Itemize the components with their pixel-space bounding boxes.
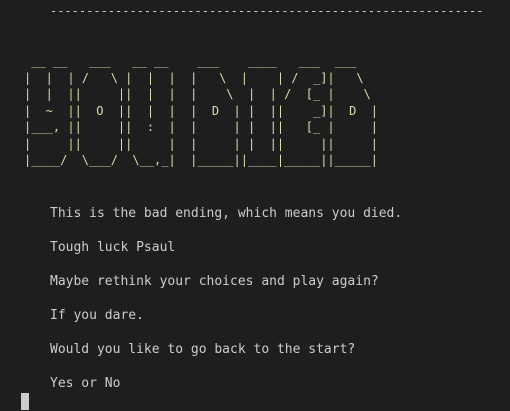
you-died-ascii-banner: __ __ ___ __ __ ___ ____ ___ ___ | | | /… bbox=[24, 53, 385, 169]
text-input-cursor[interactable] bbox=[21, 393, 29, 410]
banner-line: | || || | | | | || || | bbox=[24, 136, 386, 151]
rethink-message: Maybe rethink your choices and play agai… bbox=[50, 274, 379, 289]
go-back-prompt: Would you like to go back to the start? bbox=[50, 342, 356, 357]
terminal-panel: ----------------------------------------… bbox=[0, 0, 510, 411]
banner-line: | | || || | | | \ | | / [_ | \ bbox=[24, 87, 386, 101]
banner-line: |____/ \___/ \__,_| |_____||____|_____||… bbox=[24, 153, 386, 167]
banner-line: |___, || || : | | | | || [_ | | bbox=[24, 120, 386, 134]
yes-no-options: Yes or No bbox=[50, 376, 121, 391]
if-you-dare-message: If you dare. bbox=[50, 308, 144, 323]
banner-line: __ __ ___ __ __ ___ ____ ___ ___ bbox=[24, 54, 386, 68]
banner-line: | ~ || O || | | | D | | || _]| D | bbox=[24, 103, 386, 118]
tough-luck-message: Tough luck Psaul bbox=[50, 240, 176, 255]
banner-line: | | | / \ | | | | \ | | / _]| \ bbox=[24, 70, 386, 85]
bad-ending-message: This is the bad ending, which means you … bbox=[50, 206, 403, 221]
divider-line: ----------------------------------------… bbox=[50, 4, 484, 18]
